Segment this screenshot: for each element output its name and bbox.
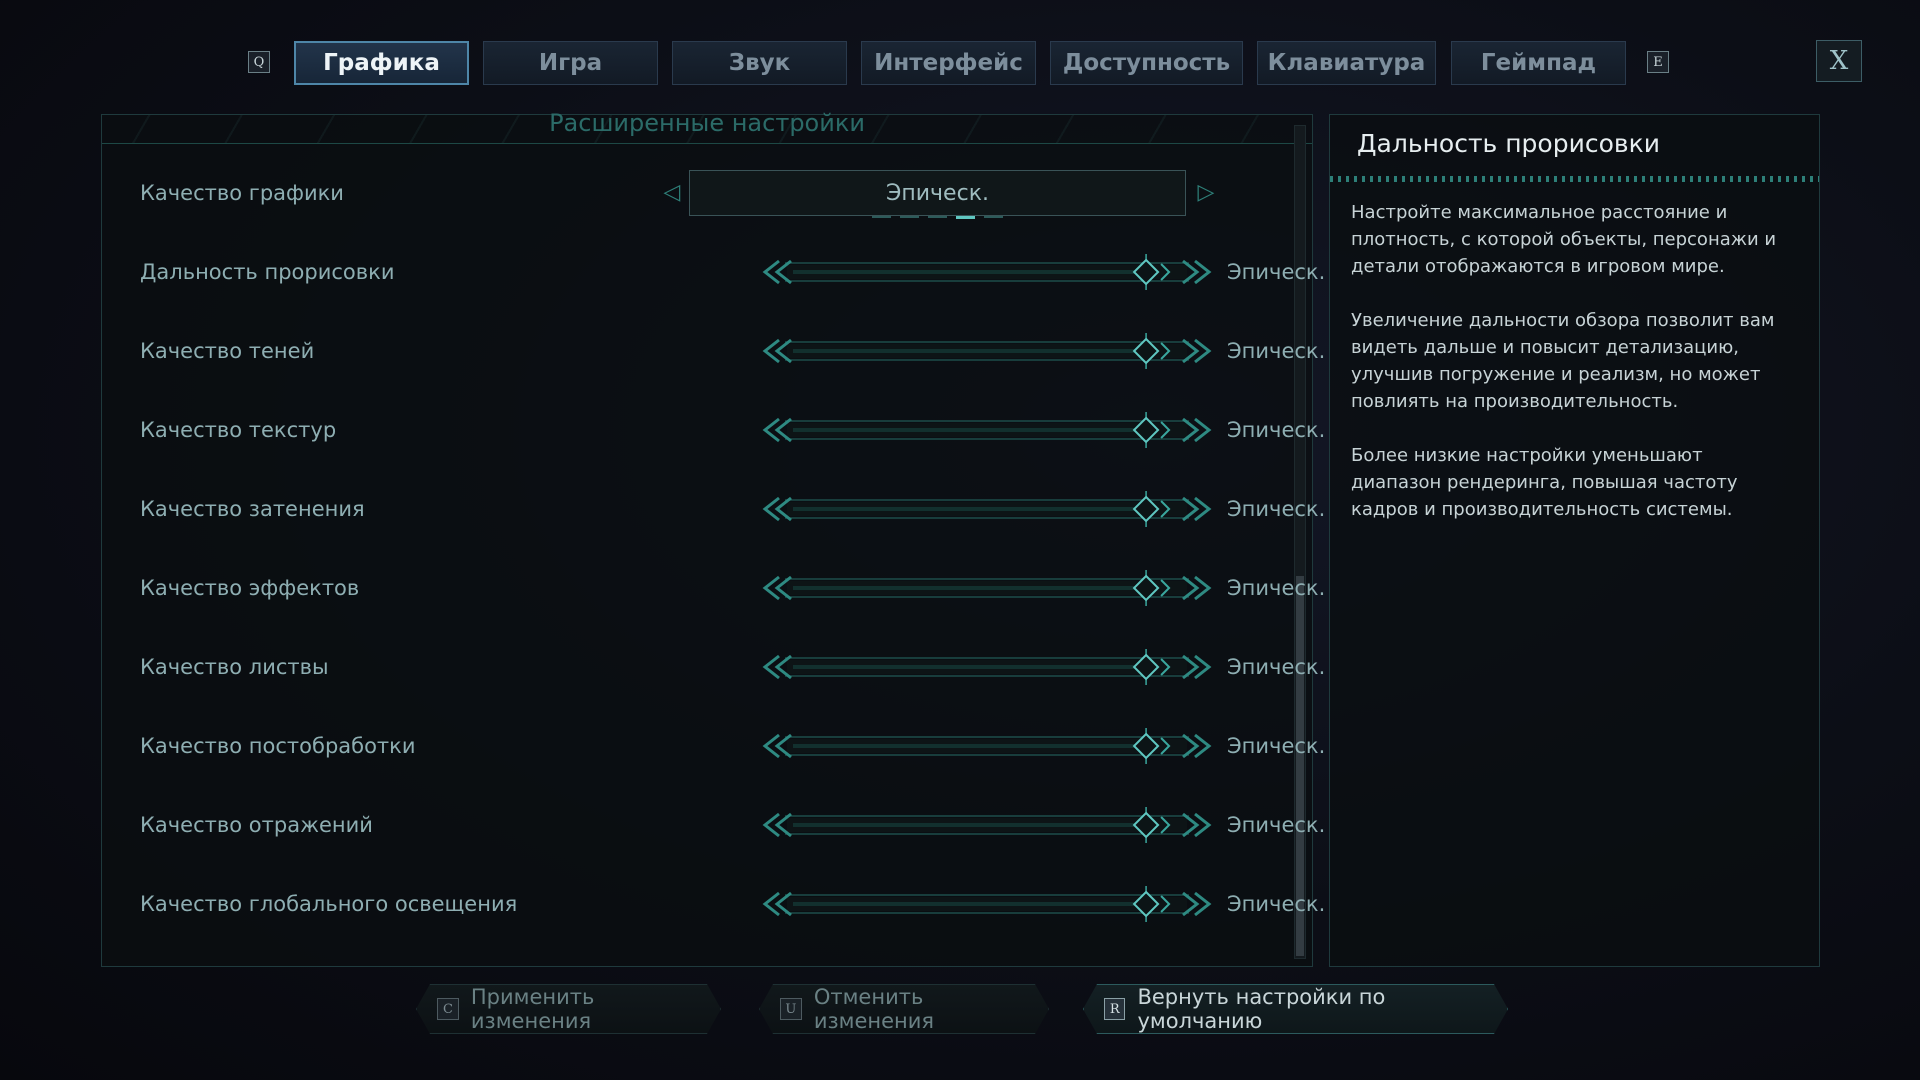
cancel-changes-button[interactable]: U Отменить изменения: [759, 984, 1049, 1034]
slider-fill: [793, 586, 1147, 590]
slider-track[interactable]: [759, 489, 1215, 529]
slider-track[interactable]: [759, 726, 1215, 766]
setting-value: Эпическ.: [1227, 260, 1326, 284]
reset-key: R: [1104, 998, 1125, 1020]
setting-label: Качество эффектов: [140, 576, 360, 600]
setting-row: Качество листвы Эпическ.: [102, 637, 1325, 697]
slider-fill: [793, 744, 1147, 748]
slider-track[interactable]: [759, 805, 1215, 845]
setting-row: Дальность прорисовки Эпическ.: [102, 242, 1325, 302]
setting-value: Эпическ.: [1227, 576, 1326, 600]
slider-fill: [793, 270, 1147, 274]
panel-title: Расширенные настройки: [549, 109, 865, 137]
graphics-quality-selector: ◁ Эпическ. ▷: [659, 163, 1215, 223]
reset-label: Вернуть настройки по умолчанию: [1137, 985, 1386, 1033]
slider-fill: [793, 823, 1147, 827]
setting-row: Качество эффектов Эпическ.: [102, 558, 1325, 618]
setting-value: Эпическ.: [1227, 655, 1326, 679]
setting-row: Качество текстур Эпическ.: [102, 400, 1325, 460]
tab-accessibility[interactable]: Доступность: [1050, 41, 1243, 85]
info-description: Настройте максимальное расстояние и плот…: [1351, 199, 1791, 550]
setting-row: Качество затенения Эпическ.: [102, 479, 1325, 539]
setting-value: Эпическ.: [1227, 497, 1326, 521]
tab-interface[interactable]: Интерфейс: [861, 41, 1036, 85]
info-divider: [1330, 176, 1819, 182]
reset-defaults-button[interactable]: R Вернуть настройки по умолчанию: [1083, 984, 1508, 1034]
graphics-quality-value[interactable]: Эпическ.: [689, 170, 1186, 216]
setting-slider[interactable]: Эпическ.: [759, 400, 1325, 460]
setting-slider[interactable]: Эпическ.: [759, 874, 1325, 934]
setting-slider[interactable]: Эпическ.: [759, 479, 1325, 539]
apply-label: Применить изменения: [470, 985, 595, 1033]
info-panel: Дальность прорисовки Настройте максималь…: [1329, 114, 1820, 967]
setting-label: Качество глобального освещения: [140, 892, 518, 916]
slider-track[interactable]: [759, 884, 1215, 924]
setting-row: Качество постобработки Эпическ.: [102, 716, 1325, 776]
advanced-settings-panel: Расширенные настройки Качество графики ◁…: [101, 109, 1325, 967]
slider-fill: [793, 507, 1147, 511]
setting-slider[interactable]: Эпическ.: [759, 637, 1325, 697]
footer-actions: C Применить изменения U Отменить изменен…: [0, 984, 1920, 1036]
prev-arrow-icon[interactable]: ◁: [659, 179, 685, 207]
setting-value: Эпическ.: [1227, 892, 1326, 916]
slider-fill: [793, 665, 1147, 669]
setting-value: Эпическ.: [1227, 339, 1326, 363]
tab-bar: Q Графика Игра Звук Интерфейс Доступност…: [0, 41, 1920, 85]
setting-slider[interactable]: Эпическ.: [759, 795, 1325, 855]
slider-track[interactable]: [759, 252, 1215, 292]
cancel-label: Отменить изменения: [813, 985, 935, 1033]
quality-level-dot: [899, 216, 919, 218]
slider-fill: [793, 902, 1147, 906]
tab-keyboard[interactable]: Клавиатура: [1257, 41, 1436, 85]
slider-track[interactable]: [759, 410, 1215, 450]
tab-gamepad[interactable]: Геймпад: [1451, 41, 1626, 85]
next-tab-key[interactable]: E: [1647, 51, 1669, 73]
setting-label: Качество затенения: [140, 497, 365, 521]
setting-label: Качество отражений: [140, 813, 373, 837]
setting-row: Качество отражений Эпическ.: [102, 795, 1325, 855]
quality-level-dot: [927, 216, 947, 218]
setting-label: Качество листвы: [140, 655, 329, 679]
setting-row: Качество глобального освещения Эпическ.: [102, 874, 1325, 934]
setting-slider[interactable]: Эпическ.: [759, 716, 1325, 776]
setting-value: Эпическ.: [1227, 813, 1326, 837]
tab-graphics[interactable]: Графика: [294, 41, 469, 85]
setting-label: Качество теней: [140, 339, 315, 363]
prev-tab-key[interactable]: Q: [248, 51, 270, 73]
apply-changes-button[interactable]: C Применить изменения: [416, 984, 721, 1034]
setting-label: Качество постобработки: [140, 734, 416, 758]
apply-key: C: [437, 998, 459, 1020]
setting-label: Качество текстур: [140, 418, 337, 442]
quality-level-dot: [871, 216, 891, 218]
slider-track[interactable]: [759, 647, 1215, 687]
slider-fill: [793, 428, 1147, 432]
setting-value: Эпическ.: [1227, 734, 1326, 758]
info-paragraph: Увеличение дальности обзора позволит вам…: [1351, 310, 1775, 412]
tab-sound[interactable]: Звук: [672, 41, 847, 85]
graphics-quality-label: Качество графики: [140, 181, 344, 205]
quality-level-indicator: [659, 216, 1215, 219]
slider-track[interactable]: [759, 331, 1215, 371]
setting-slider[interactable]: Эпическ.: [759, 242, 1325, 302]
info-title: Дальность прорисовки: [1357, 129, 1660, 158]
info-paragraph: Настройте максимальное расстояние и плот…: [1351, 202, 1777, 277]
next-arrow-icon[interactable]: ▷: [1193, 179, 1219, 207]
info-paragraph: Более низкие настройки уменьшают диапазо…: [1351, 445, 1738, 520]
quality-level-dot: [955, 216, 975, 219]
slider-track[interactable]: [759, 568, 1215, 608]
close-button[interactable]: X: [1816, 40, 1862, 82]
graphics-quality-row: Качество графики ◁ Эпическ. ▷: [102, 163, 1292, 223]
tab-game[interactable]: Игра: [483, 41, 658, 85]
setting-slider[interactable]: Эпическ.: [759, 558, 1325, 618]
setting-row: Качество теней Эпическ.: [102, 321, 1325, 381]
quality-level-dot: [983, 216, 1003, 218]
setting-value: Эпическ.: [1227, 418, 1326, 442]
slider-fill: [793, 349, 1147, 353]
setting-label: Дальность прорисовки: [140, 260, 395, 284]
cancel-key: U: [780, 998, 802, 1020]
setting-slider[interactable]: Эпическ.: [759, 321, 1325, 381]
